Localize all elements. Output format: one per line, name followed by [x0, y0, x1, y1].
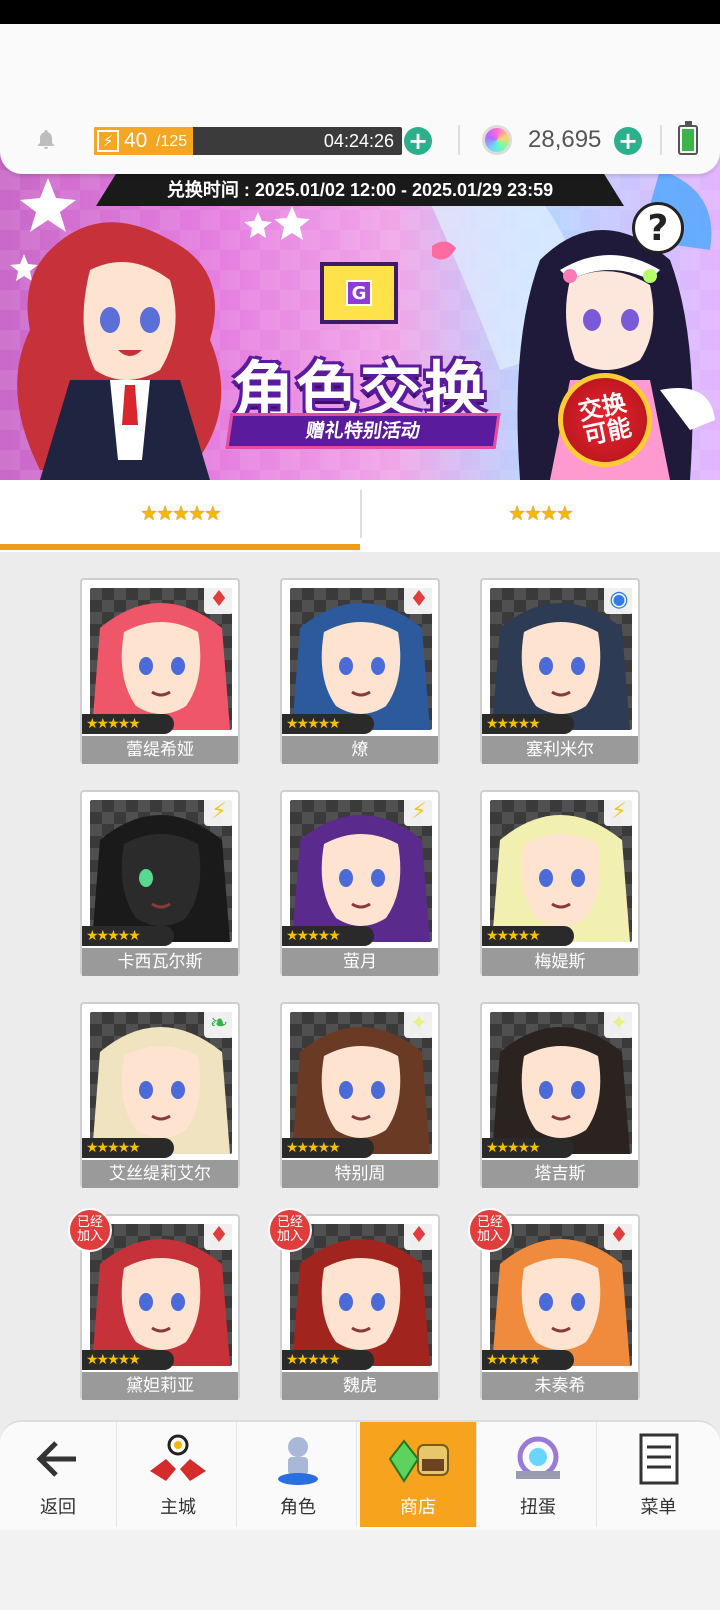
- water-element-icon: ◉: [604, 584, 634, 614]
- character-name: 塞利米尔: [482, 736, 638, 764]
- character-card[interactable]: ✦ ★★★★★ 塔吉斯: [480, 1002, 640, 1188]
- battery-icon: [678, 121, 698, 155]
- character-name: 黛妲莉亚: [82, 1372, 238, 1400]
- add-stamina-button[interactable]: +: [404, 127, 432, 155]
- envelope-letter: G: [346, 280, 372, 306]
- joined-label: 已经 加入: [76, 1214, 103, 1244]
- character-name: 艾丝缇莉艾尔: [82, 1160, 238, 1188]
- nav-castle[interactable]: 主城: [120, 1422, 237, 1527]
- light-element-icon: ✦: [604, 1008, 634, 1038]
- system-navigation-bar: [0, 1530, 720, 1610]
- stamina-current: 40: [124, 129, 148, 152]
- tab-four-star[interactable]: ★★★★: [360, 480, 720, 546]
- character-name: 蕾缇希娅: [82, 736, 238, 764]
- nav-shop[interactable]: 商店: [360, 1422, 477, 1527]
- character-card[interactable]: ⚡ ★★★★★ 萤月: [280, 790, 440, 976]
- character-card[interactable]: ❧ ★★★★★ 艾丝缇莉艾尔: [80, 1002, 240, 1188]
- gacha-icon: [504, 1429, 572, 1489]
- help-button[interactable]: ?: [632, 202, 684, 254]
- fire-element-icon: ♦: [404, 584, 434, 614]
- nav-menu[interactable]: 菜单: [600, 1422, 717, 1527]
- fire-element-icon: ♦: [204, 1220, 234, 1250]
- notification-bell-icon[interactable]: [34, 128, 58, 152]
- character-name: 燎: [282, 736, 438, 764]
- gem-count: 28,695: [528, 126, 602, 153]
- castle-icon: [144, 1429, 212, 1489]
- thunder-element-icon: ⚡: [604, 796, 634, 826]
- tab-four-star-label: ★★★★: [508, 501, 574, 525]
- fire-element-icon: ♦: [404, 1220, 434, 1250]
- rarity-tabs: ★★★★★ ★★★★: [0, 480, 720, 552]
- character-rarity-stars: ★★★★★: [282, 714, 374, 734]
- character-rarity-stars: ★★★★★: [82, 714, 174, 734]
- badge-line-2: 可能: [581, 413, 634, 451]
- character-card[interactable]: ◉ ★★★★★ 塞利米尔: [480, 578, 640, 764]
- character-name: 塔吉斯: [482, 1160, 638, 1188]
- character-rarity-stars: ★★★★★: [282, 926, 374, 946]
- character-name: 特别周: [282, 1160, 438, 1188]
- nav-castle-label: 主城: [160, 1497, 196, 1518]
- thunder-element-icon: ⚡: [204, 796, 234, 826]
- nav-character-label: 角色: [280, 1497, 316, 1518]
- already-joined-badge: 已经 加入: [268, 1208, 312, 1252]
- character-name: 梅媞斯: [482, 948, 638, 976]
- character-rarity-stars: ★★★★★: [282, 1350, 374, 1370]
- divider: [458, 125, 460, 155]
- tab-five-star[interactable]: ★★★★★: [0, 480, 360, 546]
- character-rarity-stars: ★★★★★: [482, 714, 574, 734]
- character-card[interactable]: ♦ ★★★★★ 燎: [280, 578, 440, 764]
- fire-element-icon: ♦: [204, 584, 234, 614]
- light-element-icon: ✦: [404, 1008, 434, 1038]
- thunder-element-icon: ⚡: [404, 796, 434, 826]
- gift-envelope-icon: G: [320, 262, 398, 324]
- character-card[interactable]: ♦ ★★★★★ 未奏希 已经 加入: [468, 1208, 640, 1400]
- character-rarity-stars: ★★★★★: [82, 926, 174, 946]
- menu-icon: [625, 1429, 693, 1489]
- character-name: 未奏希: [482, 1372, 638, 1400]
- nav-back[interactable]: 返回: [0, 1422, 117, 1527]
- stamina-max: /125: [156, 133, 188, 150]
- nav-character[interactable]: 角色: [240, 1422, 357, 1527]
- already-joined-badge: 已经 加入: [68, 1208, 112, 1252]
- event-subtitle: 赠礼特别活动: [225, 413, 501, 449]
- character-rarity-stars: ★★★★★: [482, 926, 574, 946]
- character-rarity-stars: ★★★★★: [282, 1138, 374, 1158]
- character-rarity-stars: ★★★★★: [82, 1138, 174, 1158]
- already-joined-badge: 已经 加入: [468, 1208, 512, 1252]
- character-rarity-stars: ★★★★★: [482, 1350, 574, 1370]
- add-gem-button[interactable]: +: [614, 127, 642, 155]
- character-rarity-stars: ★★★★★: [82, 1350, 174, 1370]
- shop-icon: [384, 1429, 452, 1489]
- character-card[interactable]: ⚡ ★★★★★ 梅媞斯: [480, 790, 640, 976]
- character-card[interactable]: ♦ ★★★★★ 蕾缇希娅: [80, 578, 240, 764]
- divider: [660, 125, 662, 155]
- joined-label: 已经 加入: [476, 1214, 503, 1244]
- stamina-timer: 04:24:26: [323, 131, 394, 151]
- nav-back-label: 返回: [40, 1497, 76, 1518]
- back-arrow-icon: [24, 1429, 92, 1489]
- fire-element-icon: ♦: [604, 1220, 634, 1250]
- nav-shop-label: 商店: [400, 1497, 436, 1518]
- system-status-bar: [0, 0, 720, 24]
- character-name: 萤月: [282, 948, 438, 976]
- stamina-bar: ⚡ 40 /125 04:24:26: [94, 127, 402, 155]
- tab-selected-indicator: [0, 544, 360, 550]
- tab-five-star-label: ★★★★★: [140, 501, 222, 525]
- bottom-navigation: 返回 主城 角色 商店 扭蛋 菜单: [0, 1420, 720, 1530]
- character-name: 魏虎: [282, 1372, 438, 1400]
- character-card[interactable]: ⚡ ★★★★★ 卡西瓦尔斯: [80, 790, 240, 976]
- character-card[interactable]: ♦ ★★★★★ 黛妲莉亚 已经 加入: [68, 1208, 240, 1400]
- nav-menu-label: 菜单: [640, 1497, 677, 1518]
- character-name: 卡西瓦尔斯: [82, 948, 238, 976]
- joined-label: 已经 加入: [276, 1214, 303, 1244]
- character-card[interactable]: ✦ ★★★★★ 特别周: [280, 1002, 440, 1188]
- character-icon: [264, 1429, 332, 1489]
- nav-gacha-label: 扭蛋: [520, 1497, 556, 1518]
- character-card[interactable]: ♦ ★★★★★ 魏虎 已经 加入: [268, 1208, 440, 1400]
- gem-icon: [482, 125, 512, 155]
- wind-element-icon: ❧: [204, 1008, 234, 1038]
- nav-gacha[interactable]: 扭蛋: [480, 1422, 597, 1527]
- character-rarity-stars: ★★★★★: [482, 1138, 574, 1158]
- stamina-bolt-icon: ⚡: [97, 130, 119, 152]
